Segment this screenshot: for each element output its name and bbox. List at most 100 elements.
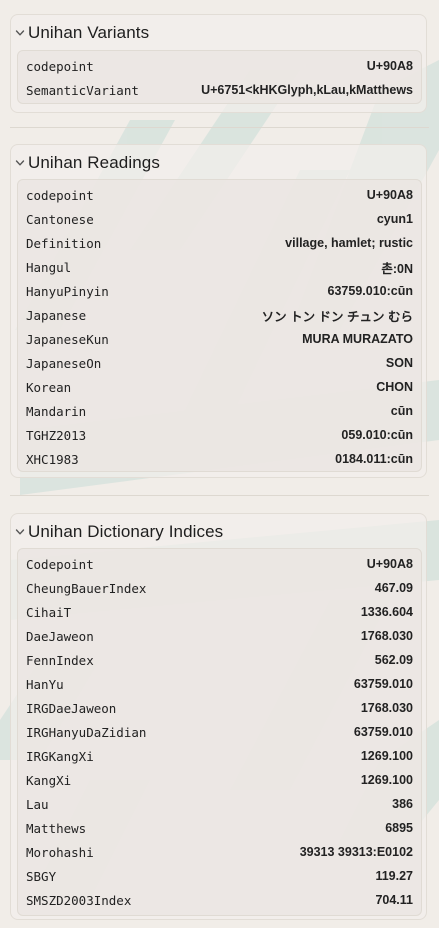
row-value: 39313 39313:E0102: [299, 845, 413, 859]
variants-table: codepoint U+90A8 SemanticVariant U+6751<…: [17, 50, 422, 104]
row-key: Cantonese: [26, 211, 94, 227]
row-value: cūn: [390, 404, 413, 418]
row-value: 63759.010:cūn: [327, 284, 413, 298]
table-row: JapaneseOn SON: [18, 351, 421, 375]
row-value: 0184.011:cūn: [335, 452, 413, 466]
row-key: KangXi: [26, 772, 72, 788]
row-value: 63759.010: [353, 677, 413, 691]
section-title: Unihan Readings: [28, 153, 160, 172]
row-value: 6895: [385, 821, 413, 835]
row-value: cyun1: [376, 212, 413, 226]
table-row: DaeJaweon 1768.030: [18, 624, 421, 648]
table-row: codepoint U+90A8: [18, 183, 421, 207]
row-key: IRGDaeJaweon: [26, 700, 117, 716]
row-key: SemanticVariant: [26, 82, 139, 98]
table-row: HanyuPinyin 63759.010:cūn: [18, 279, 421, 303]
indices-table: Codepoint U+90A8 CheungBauerIndex 467.09…: [17, 548, 422, 916]
row-key: IRGHanyuDaZidian: [26, 724, 147, 740]
row-key: Codepoint: [26, 556, 94, 572]
row-value: 1269.100: [360, 749, 413, 763]
table-row: Codepoint U+90A8: [18, 552, 421, 576]
row-key: SMSZD2003Index: [26, 892, 132, 908]
row-value: 562.09: [374, 653, 413, 667]
unihan-readings-header[interactable]: Unihan Readings: [11, 145, 426, 181]
row-value: 1336.604: [360, 605, 413, 619]
row-value: 1768.030: [360, 701, 413, 715]
row-key: CihaiT: [26, 604, 72, 620]
table-row: SBGY 119.27: [18, 864, 421, 888]
row-key: Hangul: [26, 259, 72, 275]
unihan-readings-section: Unihan Readings codepoint U+90A8 Cantone…: [10, 144, 427, 478]
table-row: CheungBauerIndex 467.09: [18, 576, 421, 600]
table-row: Mandarin cūn: [18, 399, 421, 423]
table-row: HanYu 63759.010: [18, 672, 421, 696]
readings-table: codepoint U+90A8 Cantonese cyun1 Definit…: [17, 179, 422, 472]
row-value: village, hamlet; rustic: [285, 236, 413, 250]
row-value: U+90A8: [366, 188, 413, 202]
unihan-variants-section: Unihan Variants codepoint U+90A8 Semanti…: [10, 14, 427, 113]
table-row: IRGDaeJaweon 1768.030: [18, 696, 421, 720]
row-key: Korean: [26, 379, 72, 395]
row-value: 467.09: [374, 581, 413, 595]
row-value: 119.27: [375, 869, 413, 883]
row-key: HanyuPinyin: [26, 283, 109, 299]
table-row: KangXi 1269.100: [18, 768, 421, 792]
row-value: 1768.030: [360, 629, 413, 643]
chevron-down-icon[interactable]: [15, 28, 25, 38]
row-value: 059.010:cūn: [341, 428, 413, 442]
row-key: Definition: [26, 235, 102, 251]
section-divider: [10, 495, 429, 496]
row-value: 63759.010: [353, 725, 413, 739]
row-key: DaeJaweon: [26, 628, 94, 644]
table-row: XHC1983 0184.011:cūn: [18, 447, 421, 471]
row-key: IRGKangXi: [26, 748, 94, 764]
section-title: Unihan Variants: [28, 23, 150, 42]
table-row: CihaiT 1336.604: [18, 600, 421, 624]
row-value: 촌:0N: [381, 261, 413, 276]
table-row: IRGHanyuDaZidian 63759.010: [18, 720, 421, 744]
row-key: JapaneseOn: [26, 355, 102, 371]
table-row: codepoint U+90A8: [18, 54, 421, 78]
table-row: Morohashi 39313 39313:E0102: [18, 840, 421, 864]
row-key: Japanese: [26, 307, 87, 323]
table-row: Japanese ソン トン ドン チュン むら: [18, 303, 421, 327]
row-key: JapaneseKun: [26, 331, 109, 347]
row-value: U+90A8: [366, 59, 413, 73]
table-row: TGHZ2013 059.010:cūn: [18, 423, 421, 447]
table-row: Matthews 6895: [18, 816, 421, 840]
section-title: Unihan Dictionary Indices: [28, 522, 224, 541]
row-key: Morohashi: [26, 844, 94, 860]
row-value: 1269.100: [360, 773, 413, 787]
row-value: 704.11: [375, 893, 413, 907]
row-value: ソン トン ドン チュン むら: [261, 309, 413, 324]
chevron-down-icon[interactable]: [15, 527, 25, 537]
table-row: JapaneseKun MURA MURAZATO: [18, 327, 421, 351]
section-divider: [10, 127, 429, 128]
row-key: TGHZ2013: [26, 427, 87, 443]
row-value: 386: [392, 797, 413, 811]
row-value: SON: [385, 356, 413, 370]
table-row: SMSZD2003Index 704.11: [18, 888, 421, 912]
row-key: XHC1983: [26, 451, 79, 467]
row-key: Mandarin: [26, 403, 87, 419]
table-row: Hangul 촌:0N: [18, 255, 421, 279]
row-value: CHON: [376, 380, 413, 394]
table-row: IRGKangXi 1269.100: [18, 744, 421, 768]
row-key: HanYu: [26, 676, 64, 692]
unihan-dictionary-indices-header[interactable]: Unihan Dictionary Indices: [11, 514, 426, 550]
table-row: Lau 386: [18, 792, 421, 816]
row-value: U+90A8: [366, 557, 413, 571]
row-key: Lau: [26, 796, 49, 812]
row-value: MURA MURAZATO: [302, 332, 413, 346]
row-key: FennIndex: [26, 652, 94, 668]
row-key: codepoint: [26, 58, 94, 74]
table-row: Korean CHON: [18, 375, 421, 399]
table-row: FennIndex 562.09: [18, 648, 421, 672]
table-row: Cantonese cyun1: [18, 207, 421, 231]
unihan-variants-header[interactable]: Unihan Variants: [11, 15, 426, 51]
table-row: SemanticVariant U+6751<kHKGlyph,kLau,kMa…: [18, 78, 421, 102]
row-key: Matthews: [26, 820, 87, 836]
row-value: U+6751<kHKGlyph,kLau,kMatthews: [201, 83, 413, 97]
row-key: CheungBauerIndex: [26, 580, 147, 596]
chevron-down-icon[interactable]: [15, 158, 25, 168]
